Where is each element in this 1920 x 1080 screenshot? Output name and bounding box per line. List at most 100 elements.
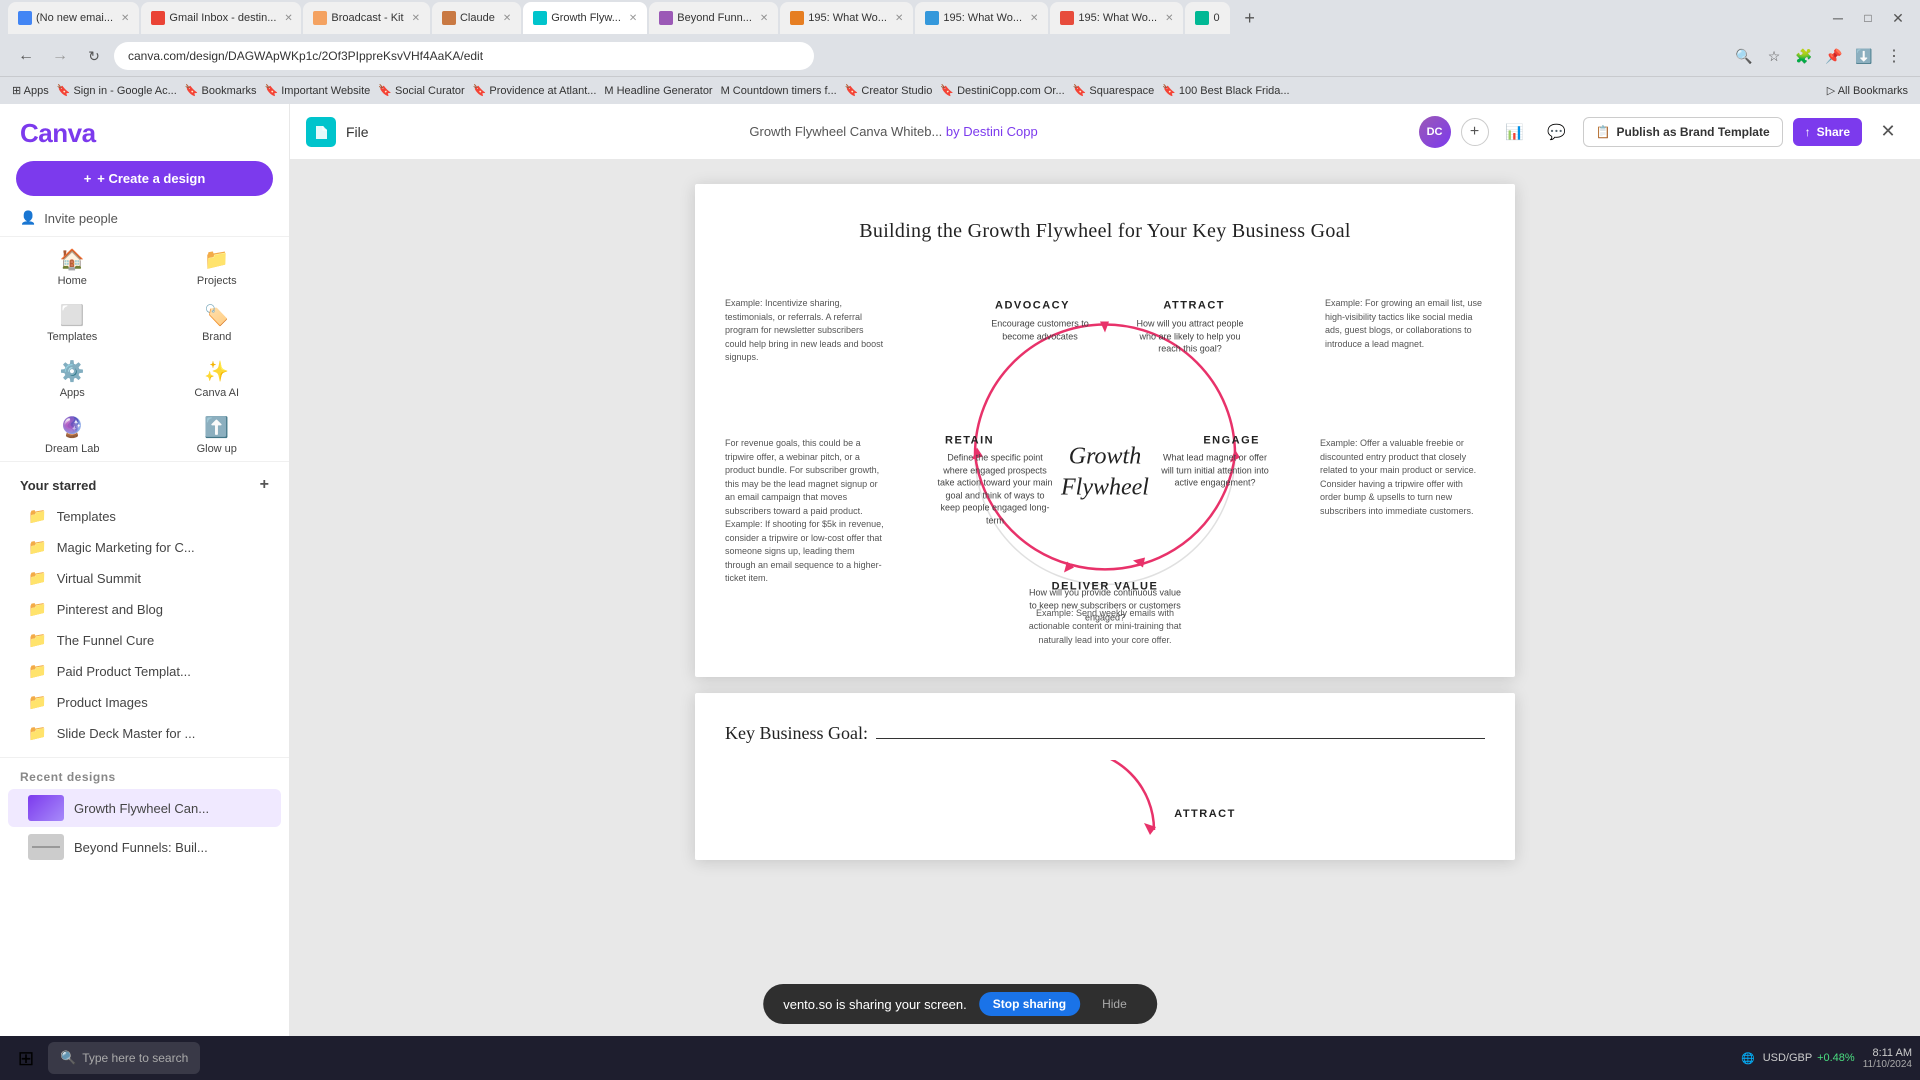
back-button[interactable]: ← — [12, 42, 40, 70]
bookmark-creator[interactable]: 🔖 Creator Studio — [845, 84, 933, 97]
sidebar-item-brand[interactable]: 🏷️ Brand — [145, 293, 290, 349]
bookmark-providence[interactable]: 🔖 Providence at Atlant... — [473, 84, 597, 97]
sublabel-engage: What lead magnet or offer will turn init… — [1160, 452, 1270, 490]
share-button[interactable]: ↑ Share — [1793, 118, 1862, 146]
tab-4[interactable]: Claude ✕ — [432, 2, 521, 34]
folder-product-images[interactable]: 📁 Product Images — [8, 687, 281, 717]
hide-screen-share-button[interactable]: Hide — [1092, 992, 1137, 1016]
add-collaborator-button[interactable]: + — [1461, 118, 1489, 146]
folder-virtual-summit[interactable]: 📁 Virtual Summit — [8, 563, 281, 593]
screen-share-message: vento.so is sharing your screen. — [783, 997, 967, 1012]
bookmark-social[interactable]: 🔖 Social Curator — [378, 84, 464, 97]
publish-brand-template-button[interactable]: 📋 Publish as Brand Template — [1583, 117, 1783, 147]
star-toolbar-icon[interactable]: ☆ — [1760, 42, 1788, 70]
start-button[interactable]: ⊞ — [8, 1040, 44, 1076]
sublabel-advocacy: Encourage customers to become advocates — [980, 318, 1100, 343]
analytics-icon[interactable]: 📊 — [1499, 116, 1531, 148]
new-tab-button[interactable]: + — [1236, 4, 1264, 32]
glow-up-icon: ⬆️ — [204, 415, 229, 440]
sidebar-item-glow-up[interactable]: ⬆️ Glow up — [145, 405, 290, 461]
folder-pinterest-blog[interactable]: 📁 Pinterest and Blog — [8, 594, 281, 624]
canvas-area[interactable]: Building the Growth Flywheel for Your Ke… — [290, 160, 1920, 1038]
projects-icon: 📁 — [204, 247, 229, 272]
close-editor-button[interactable]: ✕ — [1872, 116, 1904, 148]
search-toolbar-icon[interactable]: 🔍 — [1730, 42, 1758, 70]
goal-underline — [876, 738, 1485, 739]
bookmark-destini[interactable]: 🔖 DestiniCopp.com Or... — [940, 84, 1064, 97]
extension-icon-2[interactable]: 📌 — [1820, 42, 1848, 70]
folder-slide-deck[interactable]: 📁 Slide Deck Master for ... — [8, 718, 281, 748]
header-avatar[interactable]: DC — [1419, 116, 1451, 148]
bookmark-100best[interactable]: 🔖 100 Best Black Frida... — [1162, 84, 1289, 97]
tab-10[interactable]: 0 — [1185, 2, 1229, 34]
forward-button[interactable]: → — [46, 42, 74, 70]
recent-thumb-1 — [28, 795, 64, 821]
add-starred-button[interactable]: + — [260, 476, 269, 494]
url-bar[interactable]: canva.com/design/DAGWApWKp1c/2Of3PIppreK… — [114, 42, 814, 70]
folder-icon: 📁 — [28, 631, 47, 649]
tab-6[interactable]: Beyond Funn... ✕ — [649, 2, 778, 34]
file-icon-box[interactable] — [306, 117, 336, 147]
folder-icon: 📁 — [28, 538, 47, 556]
templates-icon: ⬜ — [60, 303, 85, 328]
tab-1[interactable]: (No new emai... ✕ — [8, 2, 139, 34]
sidebar-item-home[interactable]: 🏠 Home — [0, 237, 145, 293]
bookmark-important[interactable]: 🔖 Important Website — [265, 84, 371, 97]
sidebar-item-apps[interactable]: ⚙️ Apps — [0, 349, 145, 405]
attract-side-text: Example: For growing an email list, use … — [1325, 297, 1485, 351]
sidebar-item-templates[interactable]: ⬜ Templates — [0, 293, 145, 349]
maximize-button[interactable]: □ — [1854, 4, 1882, 32]
bookmark-headline[interactable]: M Headline Generator — [604, 85, 712, 97]
extension-icon-3[interactable]: ⬇️ — [1850, 42, 1878, 70]
sublabel-retain: Define the specific point where engaged … — [935, 452, 1055, 528]
goal-line: Key Business Goal: — [725, 723, 1485, 744]
canvas-page-1: Building the Growth Flywheel for Your Ke… — [695, 184, 1515, 677]
folder-funnel-cure[interactable]: 📁 The Funnel Cure — [8, 625, 281, 655]
apps-icon[interactable]: ⊞ Apps — [12, 84, 49, 97]
recent-header: Recent designs — [0, 766, 289, 788]
sidebar-item-canva-ai[interactable]: ✨ Canva AI — [145, 349, 290, 405]
recent-item-beyond-funnels[interactable]: Beyond Funnels: Buil... — [8, 828, 281, 866]
plus-icon: + — [84, 171, 92, 186]
search-taskbar[interactable]: 🔍 Type here to search — [48, 1042, 200, 1074]
screen-share-bar: vento.so is sharing your screen. Stop sh… — [763, 984, 1157, 1024]
sidebar-item-dream-lab[interactable]: 🔮 Dream Lab — [0, 405, 145, 461]
tab-9[interactable]: 195: What Wo... ✕ — [1050, 2, 1183, 34]
network-icon[interactable]: 🌐 — [1741, 1052, 1755, 1065]
folder-magic-marketing[interactable]: 📁 Magic Marketing for C... — [8, 532, 281, 562]
browser-menu-icon[interactable]: ⋮ — [1880, 42, 1908, 70]
invite-people-button[interactable]: 👤 Invite people — [0, 204, 289, 232]
extension-icon-1[interactable]: 🧩 — [1790, 42, 1818, 70]
label-engage: ENGAGE — [1203, 435, 1260, 447]
create-design-button[interactable]: + + Create a design — [16, 161, 273, 196]
label-attract: ATTRACT — [1163, 300, 1225, 312]
advocacy-side-text: Example: Incentivize sharing, testimonia… — [725, 297, 885, 365]
bookmark-countdown[interactable]: M Countdown timers f... — [721, 85, 837, 97]
canva-logo[interactable]: Canva — [0, 104, 289, 153]
recent-item-growth-flywheel[interactable]: Growth Flywheel Can... — [8, 789, 281, 827]
file-label[interactable]: File — [346, 124, 369, 140]
minimize-button[interactable]: ─ — [1824, 4, 1852, 32]
tab-5-active[interactable]: Growth Flyw... ✕ — [523, 2, 647, 34]
tab-bar: (No new emai... ✕ Gmail Inbox - destin..… — [0, 0, 1920, 36]
folder-templates[interactable]: 📁 Templates — [8, 501, 281, 531]
close-window-button[interactable]: ✕ — [1884, 4, 1912, 32]
sidebar-item-projects[interactable]: 📁 Projects — [145, 237, 290, 293]
tab-7[interactable]: 195: What Wo... ✕ — [780, 2, 913, 34]
bookmark-google-signin[interactable]: 🔖 Sign in - Google Ac... — [57, 84, 177, 97]
canva-ai-icon: ✨ — [204, 359, 229, 384]
bookmark-bookmarks[interactable]: 🔖 Bookmarks — [185, 84, 257, 97]
retain-side-text: For revenue goals, this could be a tripw… — [725, 437, 885, 586]
tab-8[interactable]: 195: What Wo... ✕ — [915, 2, 1048, 34]
canvas-page-2: Key Business Goal: ATTRACT — [695, 693, 1515, 860]
flywheel-center-text: Growth Flywheel — [1045, 410, 1165, 504]
comments-icon[interactable]: 💬 — [1541, 116, 1573, 148]
tab-2[interactable]: Gmail Inbox - destin... ✕ — [141, 2, 301, 34]
folder-paid-product[interactable]: 📁 Paid Product Templat... — [8, 656, 281, 686]
refresh-button[interactable]: ↻ — [80, 42, 108, 70]
stop-sharing-button[interactable]: Stop sharing — [979, 992, 1080, 1016]
tab-3[interactable]: Broadcast - Kit ✕ — [303, 2, 430, 34]
folder-icon: 📁 — [28, 600, 47, 618]
bookmark-squarespace[interactable]: 🔖 Squarespace — [1073, 84, 1155, 97]
system-icons: 🌐 USD/GBP +0.48% 8:11 AM 11/10/2024 — [1741, 1047, 1912, 1070]
